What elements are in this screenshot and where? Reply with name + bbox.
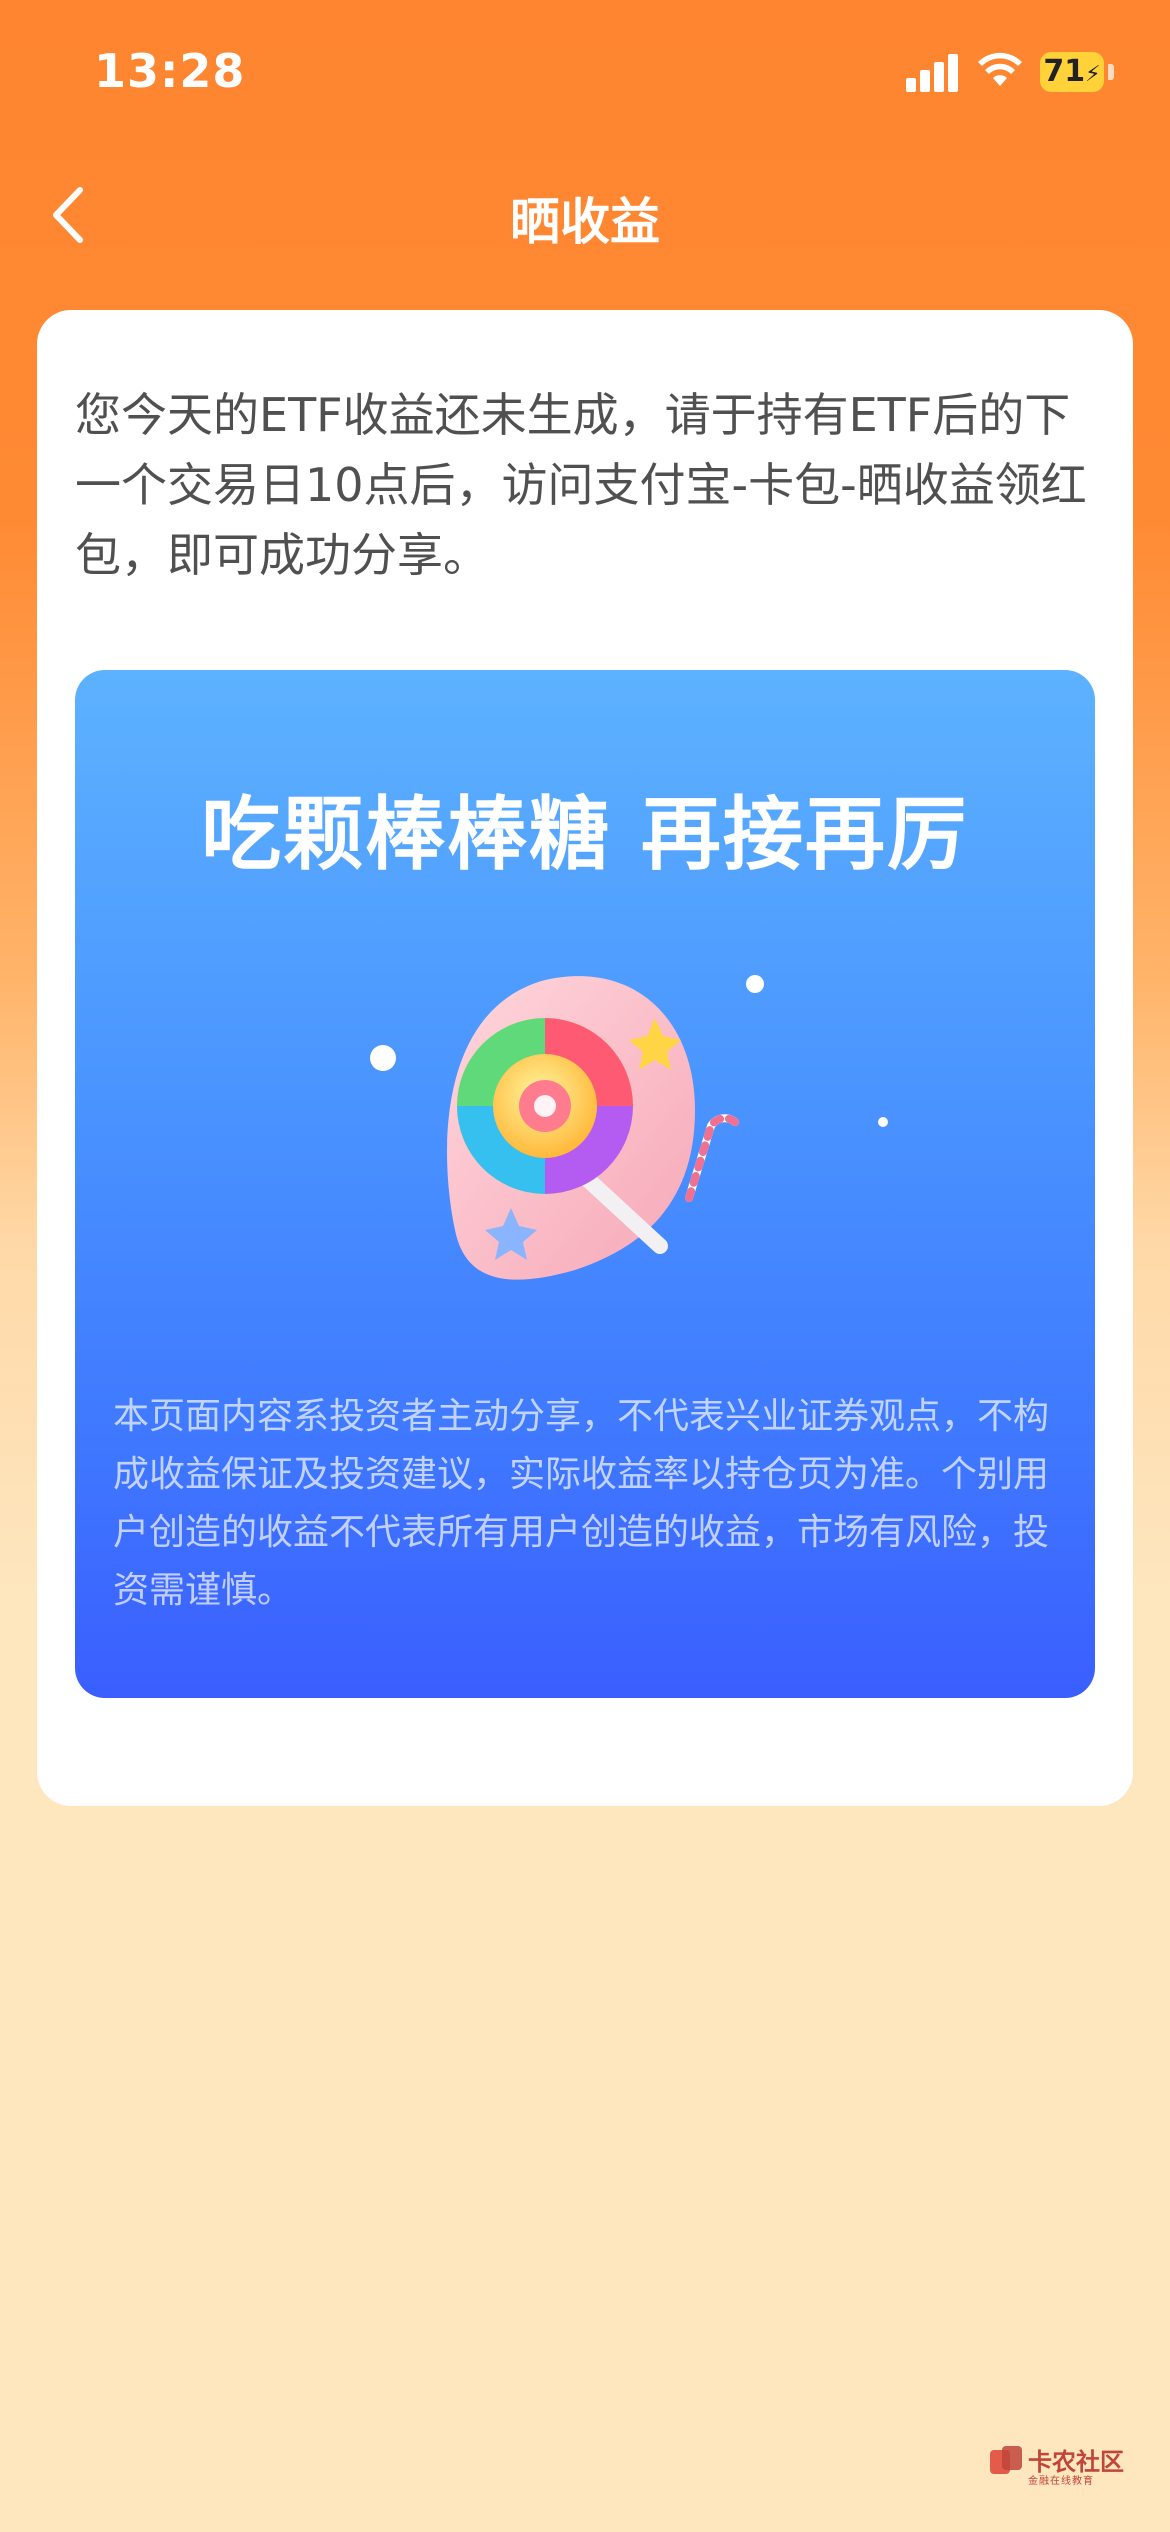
battery-charging-icon: 71⚡ <box>1040 52 1104 92</box>
community-logo-icon <box>990 2446 1022 2474</box>
notice-text: 您今天的ETF收益还未生成，请于持有ETF后的下一个交易日10点后，访问支付宝-… <box>75 388 1087 582</box>
watermark: 卡农社区 金融在线教育 <box>988 2440 1158 2490</box>
share-card: 吃颗棒棒糖 再接再厉 本页面内容系投资者主动分享，不代表兴业证券观点，不构成收益… <box>75 670 1095 1698</box>
status-bar: 13:28 71⚡ <box>0 0 1170 140</box>
cellular-signal-icon <box>906 52 960 92</box>
page-title: 晒收益 <box>510 193 660 251</box>
nav-bar: 晒收益 <box>0 160 1170 270</box>
content-card: 您今天的ETF收益还未生成，请于持有ETF后的下一个交易日10点后，访问支付宝-… <box>37 310 1133 1806</box>
watermark-subtext: 金融在线教育 <box>1028 2476 1094 2487</box>
battery-cap <box>1108 64 1114 80</box>
disclaimer-text: 本页面内容系投资者主动分享，不代表兴业证券观点，不构成收益保证及投资建议，实际收… <box>113 1396 1050 1611</box>
status-time: 13:28 <box>94 44 246 98</box>
wifi-icon <box>978 52 1022 86</box>
battery-level: 71 <box>1043 54 1086 89</box>
